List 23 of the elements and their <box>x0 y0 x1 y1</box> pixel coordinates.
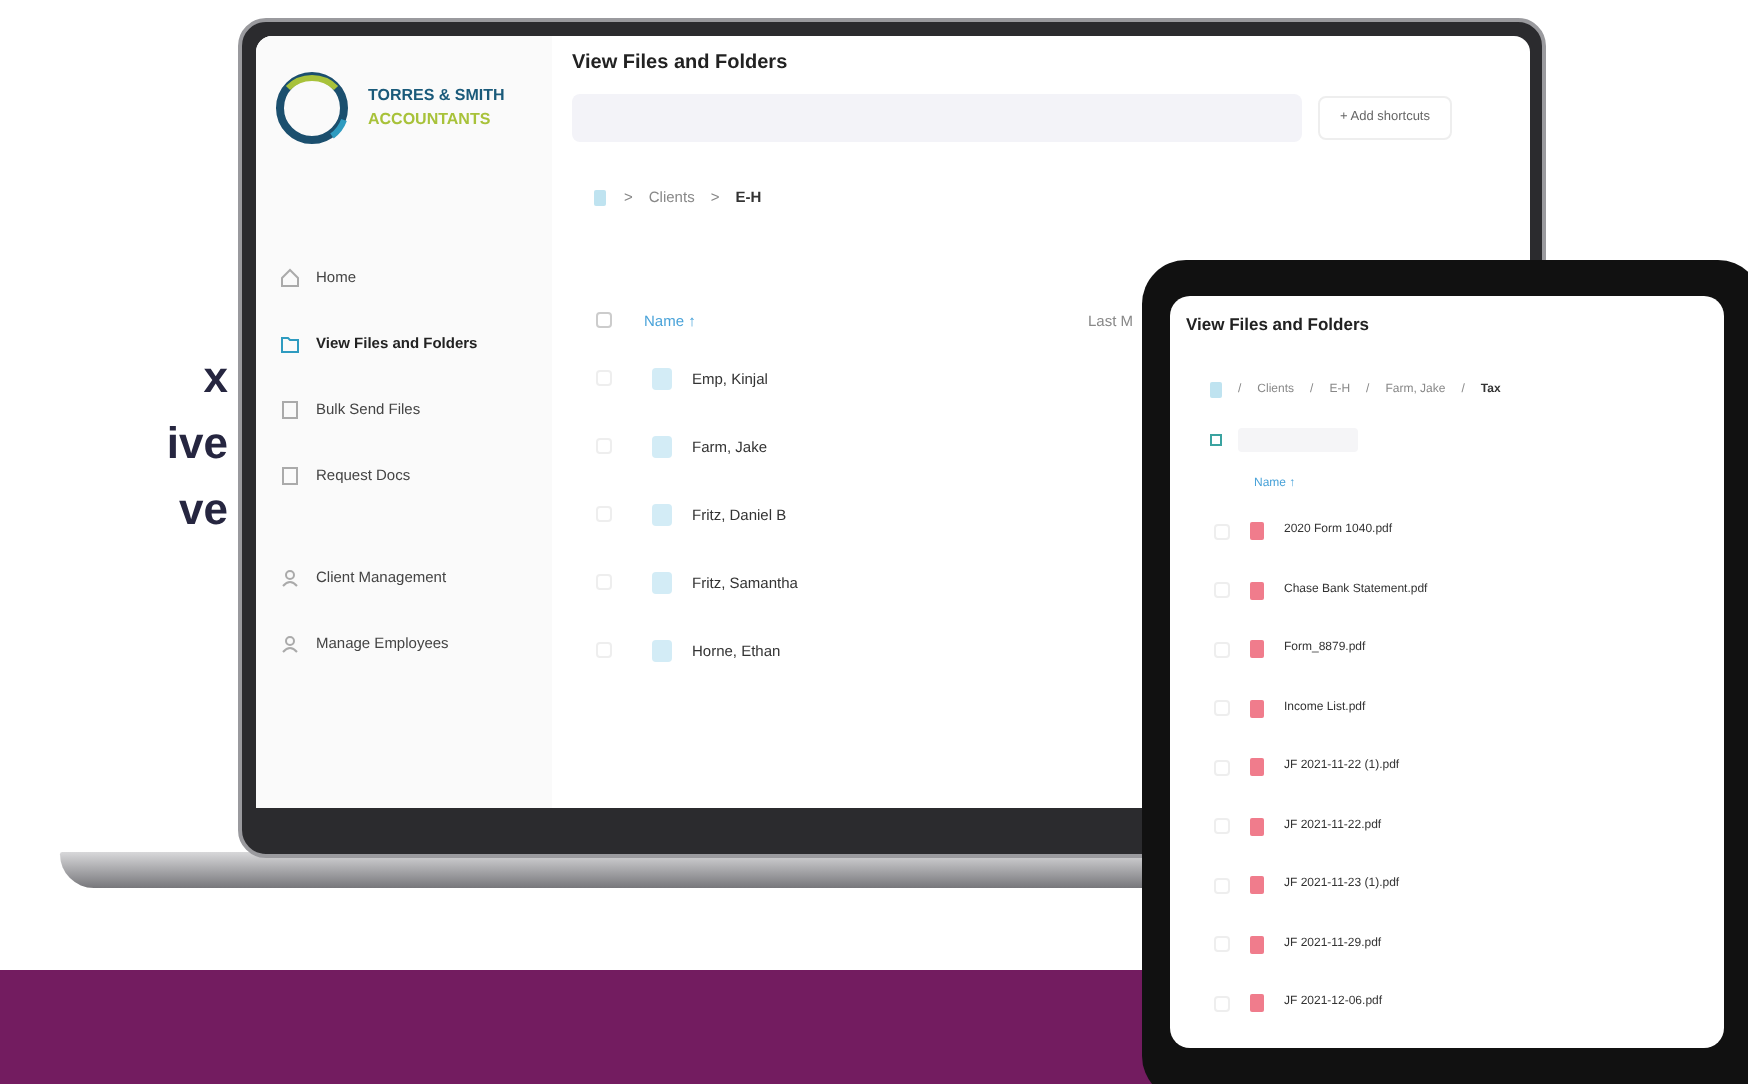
search-field-icon <box>1210 433 1222 446</box>
headline-text: x <box>201 350 228 406</box>
pdf-file-icon <box>1250 935 1264 953</box>
pdf-file-icon <box>1250 522 1264 540</box>
document-icon <box>280 465 300 485</box>
logo-rings-icon <box>272 68 352 148</box>
headline-text: ive <box>164 416 228 472</box>
logo-text: TORRES & SMITH <box>368 84 505 108</box>
pdf-file-icon <box>1250 581 1264 599</box>
page-title: View Files and Folders <box>1186 312 1371 338</box>
pdf-file-icon <box>1250 699 1264 717</box>
pdf-file-icon <box>1250 994 1264 1012</box>
headline-text: ve <box>177 482 228 538</box>
pdf-file-icon <box>1250 758 1264 776</box>
logo-text: ACCOUNTANTS <box>368 108 493 132</box>
pdf-file-icon <box>1250 640 1264 658</box>
page-title: View Files and Folders <box>572 50 790 78</box>
person-icon <box>280 633 300 653</box>
person-icon <box>280 567 300 587</box>
pdf-file-icon <box>1250 817 1264 835</box>
pdf-file-icon <box>1250 876 1264 894</box>
document-icon <box>280 399 300 419</box>
checkbox[interactable] <box>596 312 612 329</box>
